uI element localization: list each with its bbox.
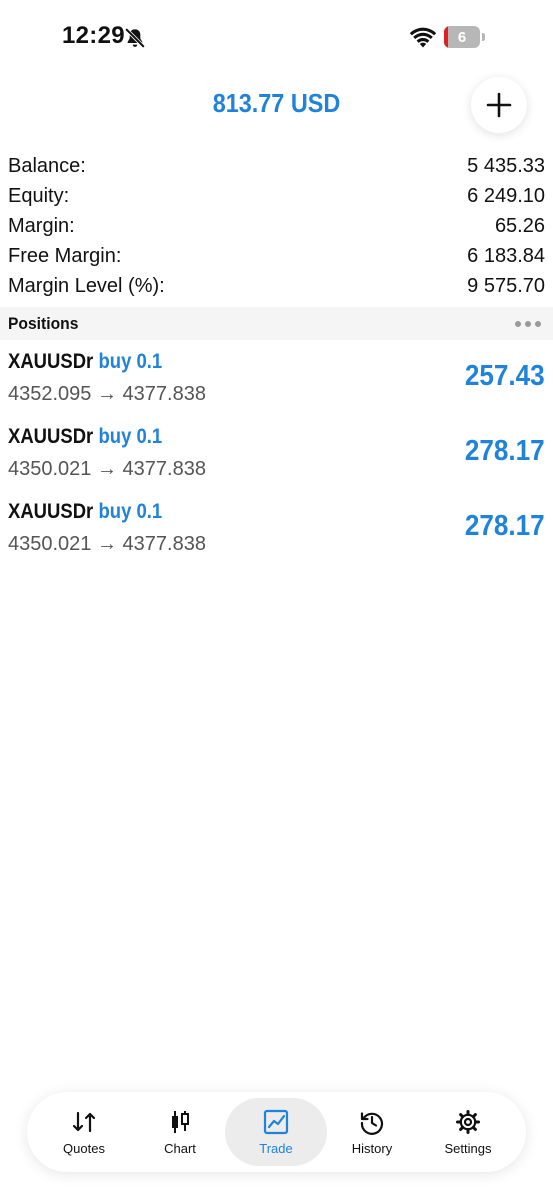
bottom-tab-bar: Quotes Chart Trade History Settings — [27, 1092, 526, 1172]
position-side: buy 0.1 — [98, 350, 163, 373]
summary-row-margin: Margin: 65.26 — [8, 211, 545, 241]
tab-label: Chart — [164, 1140, 196, 1156]
summary-value: 65.26 — [494, 214, 545, 237]
positions-section-header: Positions — [0, 307, 553, 340]
position-row[interactable]: XAUUSDr buy 0.1 4352.095 → 4377.838 257.4… — [0, 342, 553, 417]
summary-label: Equity: — [8, 184, 70, 207]
position-row[interactable]: XAUUSDr buy 0.1 4350.021 → 4377.838 278.1… — [0, 492, 553, 567]
plus-icon — [486, 92, 512, 118]
summary-label: Free Margin: — [8, 244, 122, 267]
summary-row-margin-level: Margin Level (%): 9 575.70 — [8, 271, 545, 301]
gear-icon — [456, 1109, 480, 1134]
summary-value: 6 249.10 — [467, 184, 545, 207]
summary-label: Balance: — [8, 154, 86, 177]
trade-icon — [263, 1109, 289, 1134]
bell-slash-icon — [125, 28, 145, 48]
battery-cap — [482, 33, 485, 41]
battery-level: 6 — [457, 28, 467, 46]
position-symbol: XAUUSDr — [8, 425, 94, 448]
position-row[interactable]: XAUUSDr buy 0.1 4350.021 → 4377.838 278.1… — [0, 417, 553, 492]
status-bar: 12:29 6 — [0, 0, 553, 70]
tab-label: Settings — [444, 1140, 492, 1156]
tab-trade[interactable]: Trade — [225, 1098, 327, 1166]
quotes-icon — [72, 1111, 96, 1132]
candlestick-icon — [172, 1110, 189, 1133]
wifi-icon — [409, 27, 437, 48]
summary-row-equity: Equity: 6 249.10 — [8, 181, 545, 211]
tab-quotes[interactable]: Quotes — [33, 1098, 135, 1166]
tab-label: History — [351, 1140, 393, 1156]
tab-chart[interactable]: Chart — [129, 1098, 231, 1166]
trade-screen: 12:29 6 813.77 USD Balance: 5 435.33 Equ… — [0, 0, 553, 1200]
position-profit: 278.17 — [465, 435, 545, 467]
new-order-button[interactable] — [471, 77, 527, 133]
history-icon — [360, 1111, 384, 1135]
positions-title: Positions — [8, 313, 79, 333]
position-profit: 278.17 — [465, 510, 545, 542]
account-profit-title: 813.77 USD — [212, 88, 341, 118]
positions-list: XAUUSDr buy 0.1 4352.095 → 4377.838 257.4… — [0, 342, 553, 567]
position-profit: 257.43 — [465, 360, 545, 392]
position-prices: 4350.021 → 4377.838 — [8, 458, 206, 480]
summary-value: 5 435.33 — [467, 154, 545, 177]
summary-value: 9 575.70 — [467, 274, 545, 297]
tab-label: Trade — [259, 1140, 293, 1156]
tab-history[interactable]: History — [321, 1098, 423, 1166]
position-symbol: XAUUSDr — [8, 500, 94, 523]
tab-label: Quotes — [63, 1140, 105, 1156]
summary-row-free-margin: Free Margin: 6 183.84 — [8, 241, 545, 271]
battery-indicator: 6 — [444, 26, 480, 48]
position-side: buy 0.1 — [98, 425, 163, 448]
status-time: 12:29 — [62, 22, 125, 49]
position-prices: 4350.021 → 4377.838 — [8, 533, 206, 555]
summary-row-balance: Balance: 5 435.33 — [8, 151, 545, 181]
position-prices: 4352.095 → 4377.838 — [8, 383, 206, 405]
more-icon[interactable] — [515, 320, 541, 327]
position-side: buy 0.1 — [98, 500, 163, 523]
position-symbol: XAUUSDr — [8, 350, 94, 373]
tab-settings[interactable]: Settings — [417, 1098, 519, 1166]
summary-label: Margin Level (%): — [8, 274, 165, 297]
account-summary: Balance: 5 435.33 Equity: 6 249.10 Margi… — [8, 151, 545, 301]
summary-label: Margin: — [8, 214, 75, 237]
summary-value: 6 183.84 — [467, 244, 545, 267]
